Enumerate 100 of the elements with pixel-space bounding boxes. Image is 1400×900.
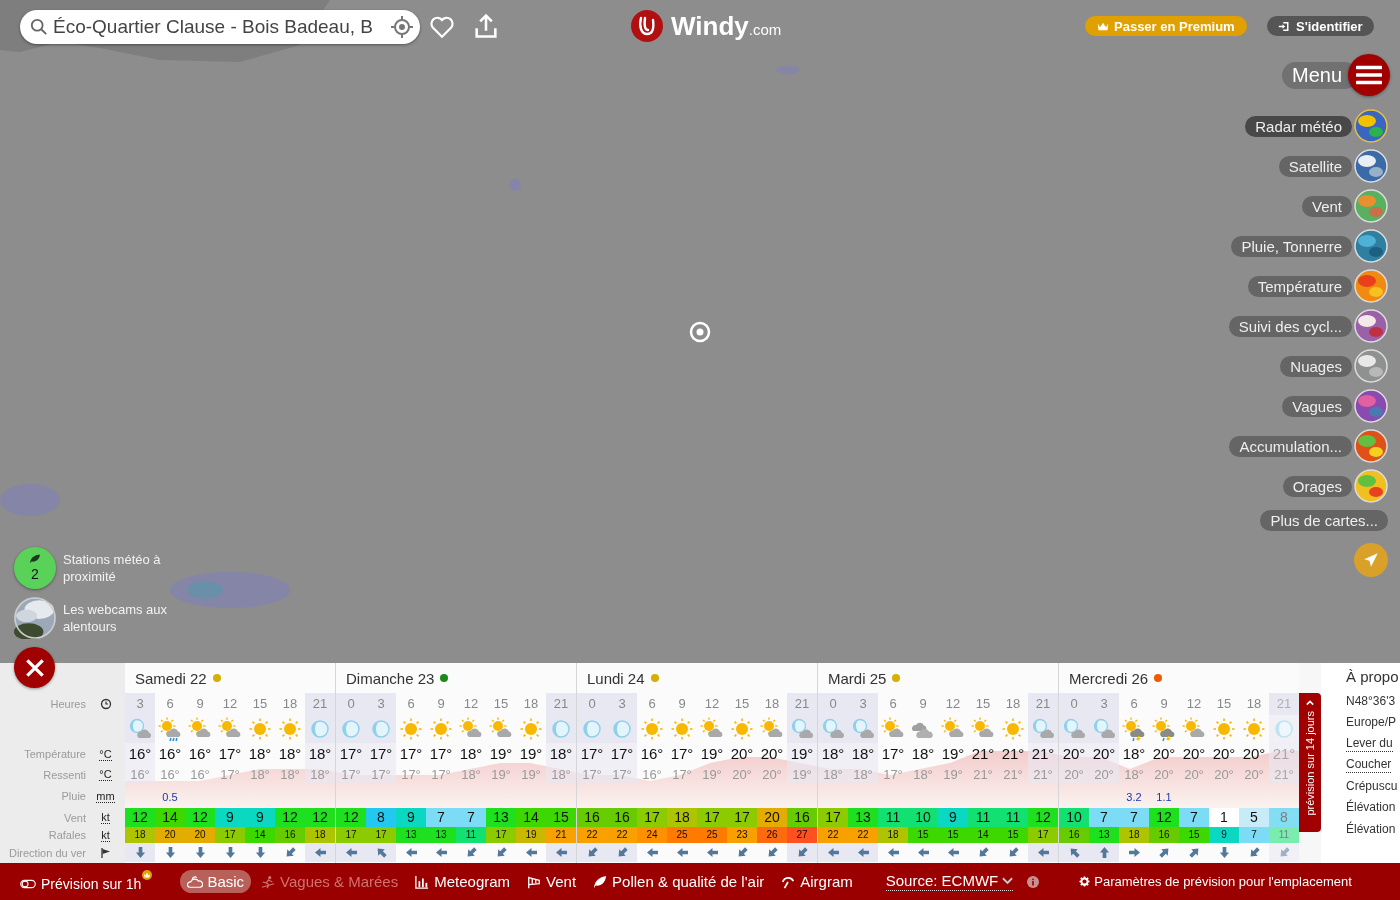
forecast-tab[interactable]: Vent <box>519 870 584 893</box>
map-layer-button[interactable]: Vent <box>1301 195 1352 217</box>
unit-label[interactable]: mm <box>96 789 115 803</box>
hour-cell: 12 <box>945 696 961 711</box>
search-icon <box>30 18 48 36</box>
forecast-tab[interactable]: Basic <box>180 870 252 893</box>
hour-cell: 6 <box>1130 696 1138 711</box>
row-label: Température <box>23 748 86 760</box>
gust-cell: 9 <box>1209 827 1239 843</box>
login-button[interactable]: S'identifier <box>1267 16 1374 36</box>
map-layer-button[interactable]: Accumulation... <box>1229 435 1352 457</box>
wind-cell: 5 <box>1239 808 1269 827</box>
wind-cell: 17 <box>637 808 667 827</box>
info-text: Élévation <box>1346 820 1397 837</box>
temperature-cell: 16° <box>188 745 212 762</box>
menu-button[interactable] <box>1348 54 1390 96</box>
feels-like-cell: 17° <box>582 767 602 782</box>
source-dropdown[interactable]: Source: ECMWF <box>885 872 1014 891</box>
hour-cell: 9 <box>919 696 927 711</box>
wind-cell: 13 <box>486 808 516 827</box>
gust-cell: 27 <box>787 827 817 843</box>
chevron-down-icon <box>1002 876 1014 885</box>
temperature-cell: 17° <box>881 745 905 762</box>
wind-cell: 9 <box>396 808 426 827</box>
hour-cell: 21 <box>553 696 569 711</box>
search-field[interactable]: Éco-Quartier Clause - Bois Badeau, B <box>20 10 420 44</box>
wind-cell: 12 <box>1028 808 1058 827</box>
temperature-cell: 19° <box>519 745 543 762</box>
map-layer-button[interactable]: Température <box>1247 275 1352 297</box>
long-forecast-tab[interactable]: prévision sur 14 jours <box>1299 693 1321 832</box>
map-layer-button[interactable]: Orages <box>1282 475 1352 497</box>
info-link[interactable]: Lever du <box>1346 735 1393 752</box>
bar-chart-icon <box>414 874 431 889</box>
info-icon[interactable] <box>1027 875 1040 888</box>
feels-like-cell: 16° <box>130 767 150 782</box>
temperature-cell: 21° <box>1001 745 1025 762</box>
hour-cell: 21 <box>794 696 810 711</box>
feels-like-cell: 16° <box>160 767 180 782</box>
unit-label[interactable]: °C <box>99 747 112 761</box>
heart-icon[interactable] <box>429 14 455 40</box>
gust-cell: 14 <box>968 827 998 843</box>
map-layer-button[interactable]: Vagues <box>1282 395 1352 417</box>
wind-cell: 16 <box>787 808 817 827</box>
gust-cell: 18 <box>1119 827 1149 843</box>
temperature-cell: 18° <box>1122 745 1146 762</box>
gust-cell: 14 <box>245 827 275 843</box>
gust-cell: 17 <box>336 827 366 843</box>
settings-button[interactable]: Paramètres de prévision pour l'emplacement <box>1079 874 1352 889</box>
gust-cell: 22 <box>818 827 848 843</box>
feels-like-cell: 20° <box>762 767 782 782</box>
unit-label[interactable]: kt <box>101 811 110 824</box>
more-maps-button[interactable]: Plus de cartes... <box>1260 510 1388 531</box>
unit-label[interactable]: °C <box>99 768 112 781</box>
forecast-tab[interactable]: Pollen & qualité de l'air <box>585 870 772 893</box>
wind-cell: 15 <box>546 808 576 827</box>
forecast-tab[interactable]: Airgram <box>773 870 860 893</box>
map-layer-button[interactable]: Pluie, Tonnerre <box>1231 235 1352 257</box>
hour-cell: 3 <box>377 696 385 711</box>
hour-cell: 3 <box>859 696 867 711</box>
day-heading: Lundi 24 <box>587 669 645 687</box>
map-layer-button[interactable]: Nuages <box>1280 355 1352 377</box>
gust-cell: 15 <box>1179 827 1209 843</box>
map-layer-button[interactable]: Suivi des cycl... <box>1228 315 1352 337</box>
temperature-cell: 19° <box>489 745 513 762</box>
gust-cell: 18 <box>878 827 908 843</box>
map-layer-button[interactable]: Satellite <box>1278 155 1352 177</box>
temperature-cell: 17° <box>580 745 604 762</box>
hour-cell: 0 <box>1070 696 1078 711</box>
hour-cell: 9 <box>678 696 686 711</box>
hour-cell: 15 <box>493 696 509 711</box>
hour-cell: 3 <box>1100 696 1108 711</box>
flight-button[interactable] <box>1354 543 1388 577</box>
hour-cell: 18 <box>764 696 780 711</box>
gust-cell: 15 <box>998 827 1028 843</box>
forecast-tab[interactable]: Meteogram <box>407 870 518 893</box>
day-heading: Dimanche 23 <box>346 669 435 687</box>
feels-like-cell: 19° <box>943 767 963 782</box>
feels-like-cell: 19° <box>792 767 812 782</box>
wind-cell: 8 <box>366 808 396 827</box>
feels-like-cell: 21° <box>973 767 993 782</box>
hour-cell: 12 <box>222 696 238 711</box>
one-hour-forecast-button[interactable]: Prévision sur 1h <box>20 869 153 894</box>
stations-button[interactable]: 2 <box>14 547 56 589</box>
gust-cell: 16 <box>1149 827 1179 843</box>
wind-cell: 12 <box>275 808 305 827</box>
wind-cell: 9 <box>215 808 245 827</box>
windsock-icon <box>526 874 543 889</box>
locate-icon[interactable] <box>390 15 414 39</box>
login-icon <box>1278 20 1290 32</box>
hour-cell: 6 <box>407 696 415 711</box>
wind-cell: 17 <box>727 808 757 827</box>
surfer-icon <box>260 874 277 889</box>
wind-cell: 16 <box>607 808 637 827</box>
unit-label[interactable]: kt <box>101 828 110 842</box>
hour-cell: 6 <box>648 696 656 711</box>
feels-like-cell: 19° <box>491 767 511 782</box>
share-icon[interactable] <box>472 12 500 40</box>
wind-cell: 12 <box>305 808 335 827</box>
map-layer-button[interactable]: Radar météo <box>1245 115 1352 137</box>
info-link[interactable]: Coucher <box>1346 756 1392 773</box>
